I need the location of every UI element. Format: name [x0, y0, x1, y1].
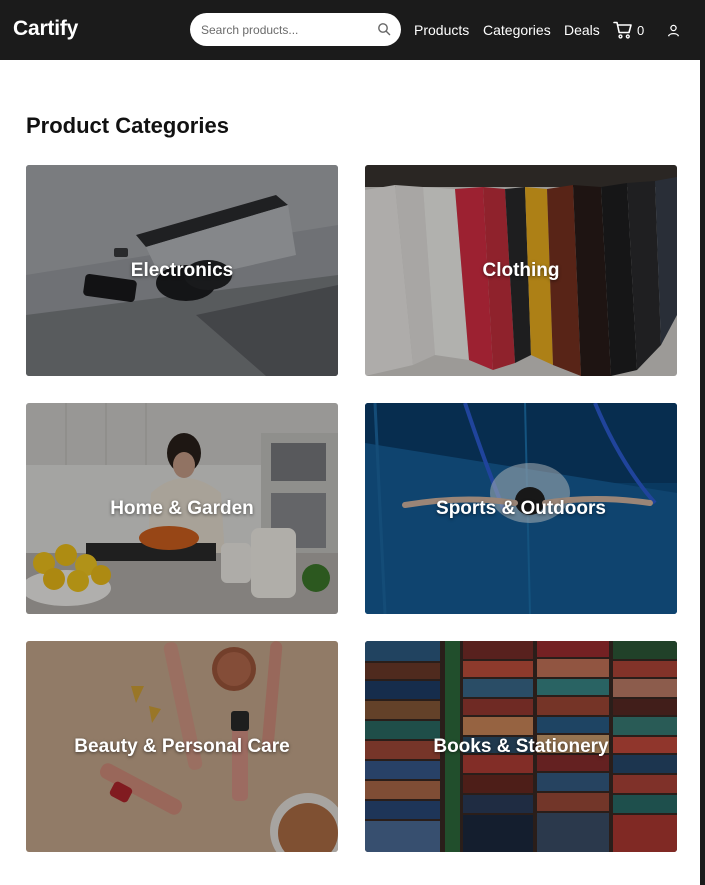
category-label: Beauty & Personal Care: [74, 735, 290, 757]
category-card-electronics[interactable]: Electronics: [26, 165, 338, 376]
top-navbar: Cartify Products Categories Deals 0: [0, 0, 700, 60]
cart-button[interactable]: 0: [613, 20, 644, 40]
user-icon[interactable]: [667, 24, 680, 37]
search-input[interactable]: [201, 22, 371, 37]
category-card-sports-outdoors[interactable]: Sports & Outdoors: [365, 403, 677, 614]
category-card-clothing[interactable]: Clothing: [365, 165, 677, 376]
search-icon[interactable]: [377, 22, 391, 36]
category-label: Electronics: [130, 259, 234, 281]
nav-categories-link[interactable]: Categories: [483, 22, 551, 38]
category-label: Clothing: [482, 259, 560, 281]
category-card-home-garden[interactable]: Home & Garden: [26, 403, 338, 614]
category-label: Sports & Outdoors: [436, 497, 606, 519]
logo[interactable]: Cartify: [13, 17, 78, 41]
search-bar: [190, 13, 401, 46]
category-card-beauty-personal-care[interactable]: Beauty & Personal Care: [26, 641, 338, 852]
cart-count-badge: 0: [637, 22, 645, 38]
nav-products-link[interactable]: Products: [414, 22, 469, 38]
category-label: Home & Garden: [110, 497, 254, 519]
page-title: Product Categories: [26, 113, 229, 138]
scrollbar-edge: [700, 0, 705, 885]
category-card-books-stationery[interactable]: Books & Stationery: [365, 641, 677, 852]
cart-icon: [613, 21, 632, 39]
category-label: Books & Stationery: [433, 735, 609, 757]
nav-deals-link[interactable]: Deals: [564, 22, 600, 38]
